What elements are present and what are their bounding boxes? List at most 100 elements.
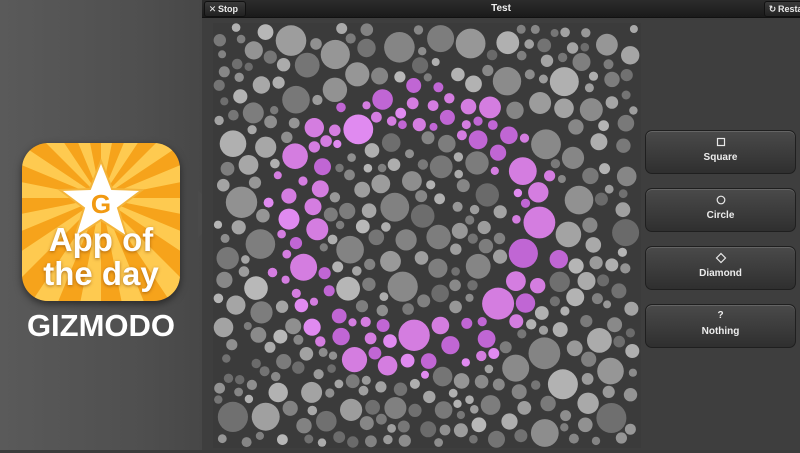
plate-dot (331, 308, 347, 324)
answer-square-button[interactable]: Square (645, 130, 796, 174)
answer-diamond-button[interactable]: Diamond (645, 246, 796, 290)
plate-dot (465, 151, 489, 175)
plate-dot (488, 348, 500, 359)
answer-circle-button[interactable]: Circle (645, 188, 796, 232)
plate-dot (624, 423, 636, 435)
plate-dot (263, 197, 274, 208)
app-screen: ✕Stop Test ↻Resta Square Circle Diamond … (202, 0, 800, 450)
plate-dot (381, 222, 391, 232)
answer-nothing-button[interactable]: ? Nothing (645, 304, 796, 348)
plate-dot (461, 317, 473, 329)
plate-dot (490, 166, 499, 175)
plate-dot (313, 369, 324, 380)
plate-dot (429, 122, 438, 131)
circle-icon (646, 194, 795, 206)
plate-dot (267, 267, 278, 278)
plate-dot (597, 274, 610, 287)
plate-dot (244, 62, 253, 71)
plate-dot (480, 395, 501, 415)
plate-dot (594, 192, 608, 206)
plate-dot (251, 402, 280, 431)
plate-dot (620, 69, 633, 82)
plate-dot (467, 233, 478, 244)
plate-dot (431, 284, 449, 303)
plate-dot (358, 385, 369, 396)
plate-dot (272, 76, 285, 89)
restart-button[interactable]: ↻Resta (764, 1, 800, 17)
plate-dot (599, 163, 611, 175)
plate-dot (554, 98, 574, 119)
plate-dot (453, 423, 468, 438)
icon-line-1: App of (48, 221, 154, 258)
plate-dot (213, 220, 223, 229)
plate-dot (336, 23, 348, 34)
plate-dot (303, 318, 321, 336)
plate-dot (354, 181, 371, 198)
plate-dot (473, 116, 483, 126)
plate-dot (496, 31, 520, 55)
plate-dot (327, 234, 338, 245)
plate-dot (615, 432, 627, 444)
plate-dot (298, 176, 308, 186)
plate-dot (517, 401, 532, 415)
plate-dot (311, 180, 329, 198)
plate-dot (343, 114, 374, 145)
plate-dot (451, 222, 468, 239)
plate-dot (244, 276, 268, 300)
plate-dot (617, 114, 635, 132)
plate-dot (413, 25, 424, 35)
plate-dot (438, 134, 456, 153)
answer-label: Circle (706, 210, 735, 221)
plate-dot (502, 354, 530, 382)
plate-dot (377, 163, 387, 173)
plate-dot (451, 67, 465, 82)
plate-dot (568, 119, 584, 135)
plate-dot (310, 38, 322, 50)
plate-dot (275, 300, 289, 313)
plate-dot (365, 399, 380, 415)
plate-dot (560, 306, 570, 316)
plate-dot (362, 101, 371, 110)
plate-dot (625, 328, 635, 338)
plate-dot (332, 261, 344, 273)
plate-dot (499, 341, 512, 354)
refresh-icon: ↻ (768, 4, 777, 14)
plate-dot (288, 117, 300, 129)
answer-label: Nothing (701, 326, 740, 337)
plate-dot (426, 224, 451, 250)
plate-dot (431, 58, 440, 66)
plate-dot (596, 403, 627, 433)
plate-dot (394, 71, 406, 83)
plate-dot (582, 217, 598, 233)
plate-dot (531, 380, 541, 390)
plate-dot (538, 74, 548, 84)
plate-dot (277, 434, 288, 445)
brand-logo: GIZMODO (26, 308, 176, 343)
plate-dot (465, 75, 482, 93)
plate-dot (256, 208, 270, 223)
plate-dot (217, 401, 248, 432)
plate-dot (365, 435, 377, 448)
plate-dot (252, 76, 271, 94)
plate-dot (234, 387, 243, 397)
answer-label: Diamond (699, 268, 742, 279)
icon-line-2: the day (43, 255, 159, 292)
plate-dot (420, 421, 437, 438)
plate-dot (371, 174, 391, 194)
question-icon: ? (717, 310, 724, 321)
plate-dot (393, 382, 408, 396)
plate-dot (216, 247, 239, 270)
plate-dot (467, 280, 478, 291)
plate-dot (320, 39, 350, 70)
plate-dot (590, 133, 608, 151)
app-of-the-day-icon: G App of the day (22, 143, 180, 301)
plate-dot (409, 378, 420, 389)
plate-dot (406, 97, 419, 110)
plate-dot (420, 353, 437, 369)
plate-dot (323, 207, 338, 222)
plate-dot (241, 437, 252, 448)
plate-dot (289, 237, 303, 250)
plate-dot (282, 143, 308, 169)
plate-dot (427, 100, 439, 111)
plate-dot (581, 28, 591, 38)
